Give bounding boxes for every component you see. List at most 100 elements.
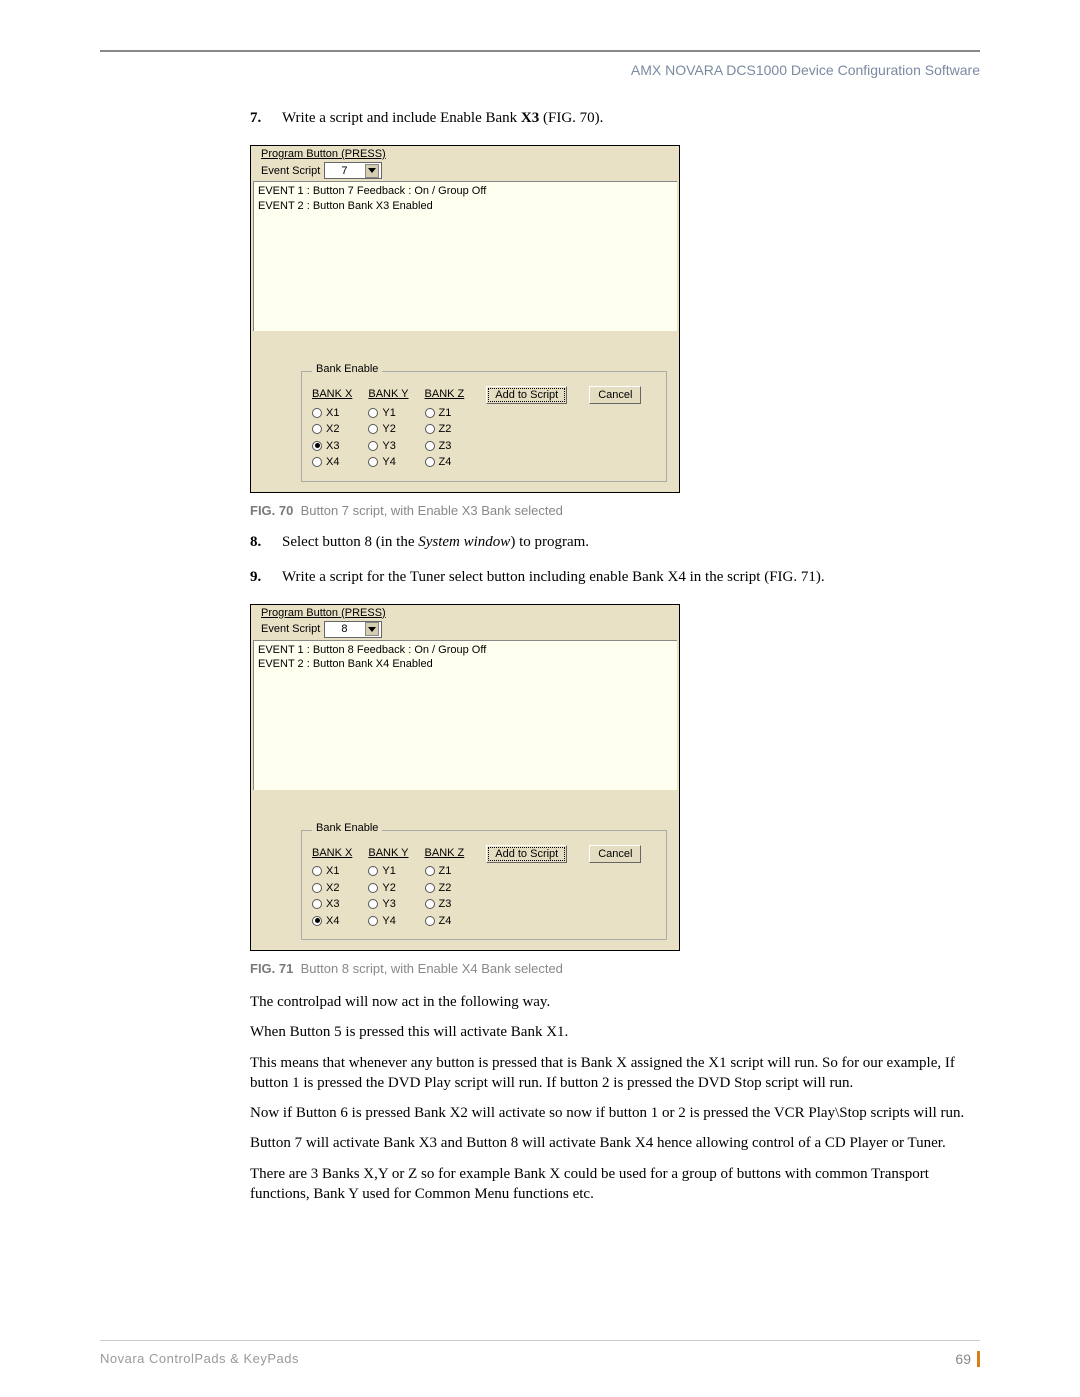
step-8-ital: System window [418,534,510,550]
radio-icon[interactable] [425,424,435,434]
fig70-bankx-header: BANK X [312,386,352,403]
paragraph-3: This means that whenever any button is p… [250,1053,980,1094]
fig71-bank-legend: Bank Enable [312,822,382,834]
fig70-x3: X3 [326,438,339,455]
radio-icon[interactable] [312,899,322,909]
fig70-bankz-header: BANK Z [425,386,465,403]
radio-icon[interactable] [312,424,322,434]
radio-icon[interactable] [312,883,322,893]
fig71-z2: Z2 [439,880,452,897]
paragraph-1: The controlpad will now act in the follo… [250,992,980,1012]
fig70-event-line-1: EVENT 1 : Button 7 Feedback : On / Group… [258,184,673,199]
fig70-caption: FIG. 70 Button 7 script, with Enable X3 … [250,503,980,518]
radio-icon[interactable] [425,899,435,909]
step-8-pre: Select button 8 (in the [282,534,418,550]
footer-page-number: 69 [955,1351,980,1367]
radio-icon-selected[interactable] [312,441,322,451]
fig71-event-script-label: Event Script [261,623,320,635]
fig71-y3: Y3 [382,896,395,913]
footer-left: Novara ControlPads & KeyPads [100,1351,299,1367]
radio-icon[interactable] [312,408,322,418]
fig71-y2: Y2 [382,880,395,897]
radio-icon-selected[interactable] [312,916,322,926]
step-7-post: (FIG. 70). [539,110,603,126]
fig71-caption: FIG. 71 Button 8 script, with Enable X4 … [250,961,980,976]
dropdown-arrow-icon[interactable] [365,164,379,178]
fig71-z4: Z4 [439,913,452,930]
fig71-event-line-2: EVENT 2 : Button Bank X4 Enabled [258,657,673,672]
fig71-caption-body: Button 8 script, with Enable X4 Bank sel… [301,961,563,976]
paragraph-6: There are 3 Banks X,Y or Z so for exampl… [250,1164,980,1205]
radio-icon[interactable] [368,899,378,909]
step-7-pre: Write a script and include Enable Bank [282,110,521,126]
fig70-event-script-select[interactable]: 7 [324,162,382,179]
fig70-add-to-script-button[interactable]: Add to Script [486,386,567,404]
dropdown-arrow-icon[interactable] [365,622,379,636]
fig71-banky-header: BANK Y [368,845,408,862]
fig71-bank-enable-group: Bank Enable BANK X X1 X2 X3 X4 BANK Y Y1 [301,830,667,941]
fig70-y4: Y4 [382,454,395,471]
fig70-script-area[interactable]: EVENT 1 : Button 7 Feedback : On / Group… [253,181,677,331]
fig71-x3: X3 [326,896,339,913]
fig71-script-area[interactable]: EVENT 1 : Button 8 Feedback : On / Group… [253,640,677,790]
step-7-num: 7. [250,110,270,127]
step-8-post: ) to program. [510,534,589,550]
radio-icon[interactable] [368,883,378,893]
radio-icon[interactable] [312,457,322,467]
radio-icon[interactable] [312,866,322,876]
fig71-z3: Z3 [439,896,452,913]
fig70-x4: X4 [326,454,339,471]
fig70-bank-enable-group: Bank Enable BANK X X1 X2 X3 X4 BANK Y Y1 [301,371,667,482]
radio-icon[interactable] [425,441,435,451]
fig71-bankz-header: BANK Z [425,845,465,862]
fig70-caption-body: Button 7 script, with Enable X3 Bank sel… [301,503,563,518]
fig70-y2: Y2 [382,421,395,438]
fig70-z1: Z1 [439,405,452,422]
radio-icon[interactable] [368,441,378,451]
fig71-cancel-button[interactable]: Cancel [589,845,641,863]
fig70-event-script-label: Event Script [261,165,320,177]
fig70-prog-title: Program Button (PRESS) [261,148,386,160]
step-7-bold: X3 [521,110,539,126]
paragraph-2: When Button 5 is pressed this will activ… [250,1022,980,1042]
fig70-z2: Z2 [439,421,452,438]
fig70-z4: Z4 [439,454,452,471]
step-8: 8. Select button 8 (in the System window… [250,534,980,551]
paragraph-5: Button 7 will activate Bank X3 and Butto… [250,1133,980,1153]
fig70-y1: Y1 [382,405,395,422]
fig70-banky-header: BANK Y [368,386,408,403]
fig70-y3: Y3 [382,438,395,455]
fig71-caption-label: FIG. 71 [250,961,293,976]
fig71-event-line-1: EVENT 1 : Button 8 Feedback : On / Group… [258,643,673,658]
fig71-screenshot: Program Button (PRESS) Event Script 8 EV… [250,604,680,952]
fig71-y1: Y1 [382,863,395,880]
fig71-x4: X4 [326,913,339,930]
radio-icon[interactable] [425,883,435,893]
fig70-x1: X1 [326,405,339,422]
fig71-x1: X1 [326,863,339,880]
radio-icon[interactable] [425,408,435,418]
fig71-add-to-script-button[interactable]: Add to Script [486,845,567,863]
fig70-cancel-button[interactable]: Cancel [589,386,641,404]
paragraph-4: Now if Button 6 is pressed Bank X2 will … [250,1103,980,1123]
fig70-screenshot: Program Button (PRESS) Event Script 7 EV… [250,145,680,493]
radio-icon[interactable] [368,866,378,876]
radio-icon[interactable] [425,866,435,876]
step-9-num: 9. [250,569,270,586]
fig70-x2: X2 [326,421,339,438]
fig71-y4: Y4 [382,913,395,930]
fig71-x2: X2 [326,880,339,897]
radio-icon[interactable] [368,424,378,434]
radio-icon[interactable] [368,457,378,467]
step-9: 9. Write a script for the Tuner select b… [250,569,980,586]
radio-icon[interactable] [425,916,435,926]
step-7: 7. Write a script and include Enable Ban… [250,110,980,127]
radio-icon[interactable] [425,457,435,467]
fig71-event-script-value: 8 [341,623,347,635]
radio-icon[interactable] [368,916,378,926]
step-9-body: Write a script for the Tuner select butt… [282,569,825,586]
header-title: AMX NOVARA DCS1000 Device Configuration … [100,58,980,102]
fig71-z1: Z1 [439,863,452,880]
radio-icon[interactable] [368,408,378,418]
fig71-event-script-select[interactable]: 8 [324,621,382,638]
